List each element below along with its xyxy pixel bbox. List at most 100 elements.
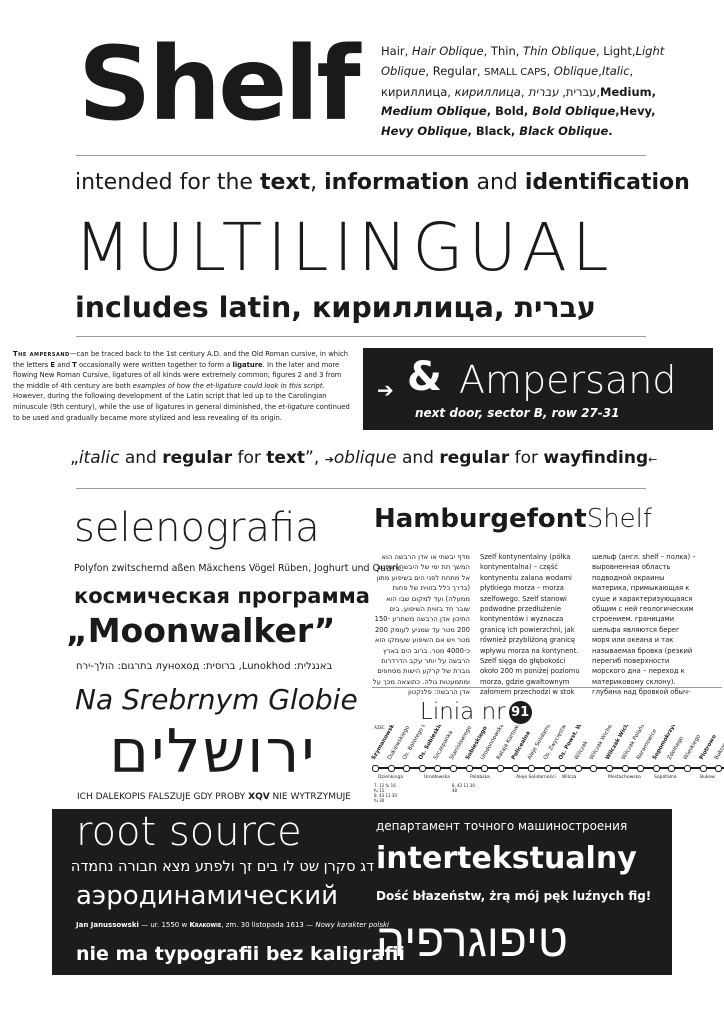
italic-regular-line: „italic and regular for text”, ➔oblique …: [70, 448, 657, 468]
style-name: , Black,: [467, 124, 520, 139]
pangram-text: NIE WYTRZYMUJE: [269, 792, 351, 802]
route-time: 48: [452, 788, 458, 793]
style-name: кириллица: [454, 84, 521, 99]
column-russian: шельф (англ. shelf – полка) – выровненна…: [592, 553, 696, 697]
route-stop-dot: [481, 765, 489, 772]
style-name: Hair,: [381, 44, 412, 58]
style-name: Oblique: [553, 63, 599, 78]
jan-city: Krakowie: [189, 921, 222, 929]
word-identification: identification: [524, 170, 690, 195]
ampersand-word: Ampersand: [459, 358, 677, 402]
style-name: , Regular,: [425, 63, 485, 78]
route-stop-dot: [684, 765, 691, 772]
route-stop-name: Wilczak: [573, 739, 590, 761]
route-zone-label: Bukow: [700, 775, 715, 780]
page-title: Shelf: [78, 25, 361, 144]
route-stop-dot: [715, 765, 723, 772]
three-column-text: מדף יבשתי או אדן הרבשה הוא המשך תת ימי ש…: [370, 552, 700, 696]
quote: „: [70, 448, 79, 468]
style-name: Hevy,: [619, 104, 656, 119]
route-stop-dot: [574, 765, 582, 772]
moonwalker-sample: „Moonwalker”: [66, 611, 336, 650]
route-stop-dot: [387, 765, 395, 772]
route-time: fu 30: [374, 798, 385, 803]
word-italic: italic: [78, 448, 120, 468]
style-name: Hevy Oblique: [381, 124, 468, 139]
root-source-sample: root source: [76, 809, 302, 855]
departament-sample: департамент точного машиностроения: [376, 819, 628, 833]
route-code: AZEC: [374, 725, 385, 730]
sep: ,: [310, 170, 325, 195]
linia-label: Linia nr: [420, 699, 506, 725]
cyrillic-sample: космическая программа: [74, 584, 370, 608]
arrow-right-icon: ➔: [324, 453, 334, 466]
route-diagram: AZEC Szymanowskiego Dukiewskiego Os. Bator…: [368, 725, 724, 805]
aero-sample: аэродинамический: [76, 881, 339, 911]
ampersand-sign: ➔ & Ampersand next door, sector B, row 2…: [363, 348, 713, 430]
jan-text: — ur. 1550 w: [138, 921, 190, 929]
style-name: , Light,: [595, 44, 636, 58]
word-information: information: [324, 170, 470, 195]
style-name: Medium,: [600, 84, 656, 99]
sample-panel: root source דג סקרן שט לו בים זך ולפתע מ…: [52, 809, 672, 975]
intended-line: intended for the text, information and i…: [75, 170, 690, 195]
tipografia-hebrew: טיפוגרפיה: [376, 913, 568, 967]
ampersand-paragraph: The ampersand—can be traced back to the …: [13, 349, 353, 423]
route-zone-label: Mostachowska: [608, 775, 641, 780]
column-polish: Szelf kontynentalny (półka kontynentalna…: [480, 553, 580, 697]
selenografia-sample: selenografia: [74, 505, 320, 551]
route-zone-label: Dzieńkinga: [378, 775, 404, 780]
style-name: .: [608, 124, 613, 139]
word-text: text: [266, 448, 306, 468]
route-stop-dot: [637, 765, 645, 772]
hamburgefont-light: Shelf: [586, 504, 653, 534]
route-stop-dot: [403, 765, 411, 772]
column-hebrew: מדף יבשתי או אדן הרבשה הוא המשך תת ימי ש…: [372, 553, 470, 697]
ampersand-sub: next door, sector B, row 27-31: [415, 406, 620, 420]
sep: for: [509, 448, 544, 468]
style-name: Bold Oblique: [532, 104, 616, 119]
pangram-text: ICH DALEKOPIS FALSZUJE GDY PROBY: [77, 792, 249, 802]
route-zone-label: Aleje Solidarności: [516, 775, 556, 780]
dosc-sample: Dość błazeństw, żrą mój pęk luźnych fig!: [376, 889, 652, 903]
route-stop-dot: [543, 765, 551, 772]
intended-text: intended for the: [75, 170, 260, 195]
word-text: text: [259, 170, 311, 195]
word-ligature: ligature: [232, 360, 263, 369]
route-stop-dot: [528, 765, 535, 772]
route-stop-dot: [559, 765, 567, 772]
hebrew-pangram: דג סקרן שט לו בים זך ולפתע מצא חבורה נחמ…: [70, 859, 374, 875]
route-stop-dot: [450, 765, 457, 772]
pangram-bold: XQV: [248, 792, 270, 802]
route-stop-dot: [590, 765, 598, 772]
arrow-right-icon: ➔: [377, 378, 394, 402]
italic-phrase: et-ligature: [278, 402, 314, 411]
route-stop-dot: [434, 765, 442, 772]
style-name: SMALL CAPS: [484, 66, 547, 78]
polyfon-sample: Polyfon zwitschernd aßen Mäxchens Vögel …: [74, 563, 405, 574]
sep: for: [232, 448, 267, 468]
route-stop-dot: [668, 765, 676, 772]
pangram-sample: ICH DALEKOPIS FALSZUJE GDY PROBY XQV NIE…: [77, 792, 351, 802]
route-zone-label: Polabska: [470, 775, 490, 780]
intertekstualny-sample: intertekstualny: [376, 841, 637, 876]
nie-ma-sample: nie ma typografii bez kaligrafii: [76, 943, 405, 965]
route-zone-label: Urodłowska: [424, 775, 450, 780]
word-oblique: oblique: [333, 448, 397, 468]
sep: and: [119, 448, 163, 468]
style-name: עברית: [528, 84, 559, 99]
style-list: Hair, Hair Oblique, Thin, Thin Oblique, …: [381, 42, 681, 142]
hamburgefont-sample: HamburgefontShelf: [374, 504, 652, 534]
arrow-left-icon: ←: [648, 453, 658, 466]
style-name: Hair Oblique: [411, 44, 484, 58]
para-text: occasionally were written together to fo…: [76, 360, 233, 369]
word-regular: regular: [162, 448, 233, 468]
linia-heading: Linia nr 91: [420, 699, 532, 725]
word-wayfinding: wayfinding: [543, 448, 649, 468]
style-name: Italic: [601, 63, 630, 78]
route-stop-dot: [699, 765, 707, 772]
divider: [76, 155, 646, 156]
hamburgefont-bold: Hamburgefont: [374, 504, 587, 534]
jan-line: Jan Janussowski — ur. 1550 w Krakowie, z…: [76, 921, 389, 929]
smallcaps-lead: The ampersand: [13, 350, 70, 358]
